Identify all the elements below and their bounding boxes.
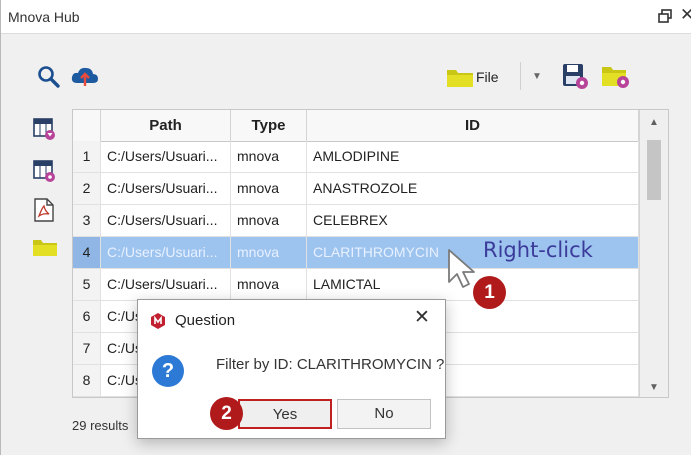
path-cell[interactable]: C:/Users/Usuari... <box>101 173 231 204</box>
type-cell[interactable]: mnova <box>231 173 307 204</box>
row-number: 1 <box>73 141 101 172</box>
path-cell[interactable]: C:/Users/Usuari... <box>101 237 231 268</box>
toolbar-separator <box>520 62 521 90</box>
dialog-title: Question <box>175 312 236 329</box>
save-settings-icon[interactable] <box>561 62 589 90</box>
type-cell[interactable]: mnova <box>231 205 307 236</box>
step-badge-1: 1 <box>473 276 506 309</box>
no-button[interactable]: No <box>337 399 431 429</box>
path-cell[interactable]: C:/Users/Usuari... <box>101 141 231 172</box>
path-cell[interactable]: C:/Users/Usuari... <box>101 205 231 236</box>
table-filter-icon[interactable] <box>32 117 56 141</box>
id-cell[interactable]: AMLODIPINE <box>307 141 639 172</box>
yes-button[interactable]: Yes <box>238 399 332 429</box>
scroll-thumb[interactable] <box>647 140 661 200</box>
title-bar: Mnova Hub ✕ <box>1 0 691 34</box>
table-header: Path Type ID <box>73 110 639 142</box>
app-logo-icon <box>151 313 165 329</box>
question-dialog: Question ✕ ? Filter by ID: CLARITHROMYCI… <box>137 299 446 439</box>
column-header-path[interactable]: Path <box>101 110 231 141</box>
row-number-header <box>73 110 101 141</box>
dropdown-arrow-icon[interactable]: ▼ <box>532 71 542 82</box>
dialog-message: Filter by ID: CLARITHROMYCIN ? <box>216 356 445 373</box>
scroll-up-arrow-icon[interactable]: ▲ <box>649 117 659 128</box>
row-number: 6 <box>73 301 101 332</box>
file-button-label: File <box>476 69 499 85</box>
type-cell[interactable]: mnova <box>231 141 307 172</box>
results-count: 29 results <box>72 418 129 433</box>
row-number: 4 <box>73 237 101 268</box>
folder-settings-icon[interactable] <box>601 63 631 89</box>
row-number: 8 <box>73 365 101 396</box>
step-badge-2: 2 <box>210 397 243 430</box>
restore-window-icon[interactable] <box>658 9 672 23</box>
scroll-down-arrow-icon[interactable]: ▼ <box>649 382 659 393</box>
cloud-upload-icon[interactable] <box>70 64 100 90</box>
type-cell[interactable]: mnova <box>231 269 307 300</box>
id-cell[interactable]: ANASTROZOLE <box>307 173 639 204</box>
search-icon[interactable] <box>37 65 61 89</box>
close-window-icon[interactable]: ✕ <box>680 5 691 25</box>
file-button[interactable]: File <box>446 64 504 90</box>
table-row[interactable]: 5 C:/Users/Usuari... mnova LAMICTAL <box>73 269 639 301</box>
column-header-id[interactable]: ID <box>307 110 639 141</box>
mnova-hub-window: Mnova Hub ✕ File ▼ <box>0 0 691 455</box>
path-cell[interactable]: C:/Users/Usuari... <box>101 269 231 300</box>
table-row[interactable]: 3 C:/Users/Usuari... mnova CELEBREX <box>73 205 639 237</box>
row-number: 5 <box>73 269 101 300</box>
open-folder-icon[interactable] <box>32 237 58 257</box>
vertical-scrollbar[interactable]: ▲ ▼ <box>639 110 668 397</box>
table-row[interactable]: 1 C:/Users/Usuari... mnova AMLODIPINE <box>73 141 639 173</box>
column-header-type[interactable]: Type <box>231 110 307 141</box>
window-title: Mnova Hub <box>8 9 80 25</box>
row-number: 3 <box>73 205 101 236</box>
folder-icon <box>447 70 473 87</box>
right-click-annotation: Right-click <box>483 238 593 262</box>
id-cell[interactable]: CELEBREX <box>307 205 639 236</box>
dialog-close-icon[interactable]: ✕ <box>414 306 430 329</box>
question-icon: ? <box>152 355 184 387</box>
pdf-document-icon[interactable] <box>33 198 55 222</box>
table-row[interactable]: 2 C:/Users/Usuari... mnova ANASTROZOLE <box>73 173 639 205</box>
table-settings-icon[interactable] <box>32 159 56 183</box>
type-cell[interactable]: mnova <box>231 237 307 268</box>
row-number: 2 <box>73 173 101 204</box>
row-number: 7 <box>73 333 101 364</box>
